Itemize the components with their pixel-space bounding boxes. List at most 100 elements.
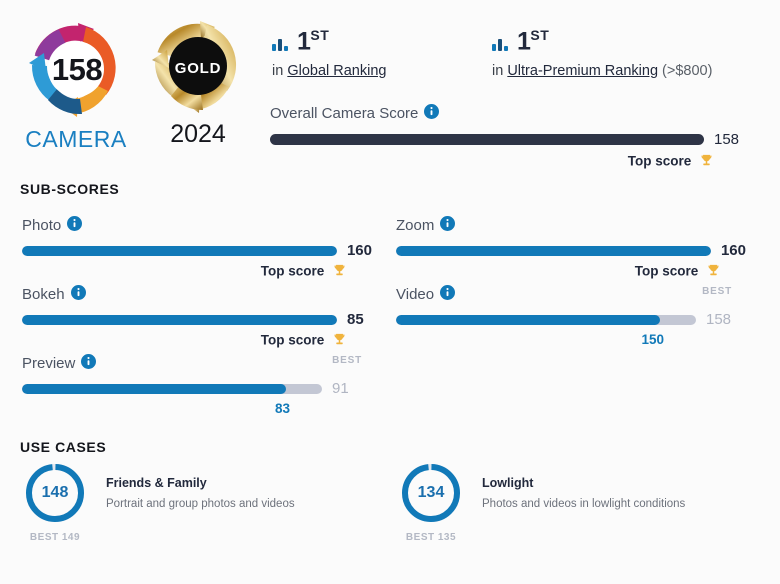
subscore-video-header: Video BEST [396, 284, 746, 304]
ranking-ultra-premium-position: 1ST [517, 27, 550, 56]
subscore-bokeh-bar [22, 314, 337, 325]
trophy-icon [332, 332, 347, 350]
subscore-preview-best-tag: BEST [332, 355, 362, 366]
subscore-bokeh-header: Bokeh [22, 284, 372, 304]
overall-score-value: 158 [714, 131, 740, 148]
subscore-bokeh-note: Top score [22, 332, 347, 350]
subscore-video-label: Video [396, 285, 435, 303]
camera-ring: 158 [22, 18, 130, 122]
info-icon[interactable] [440, 284, 456, 304]
subscore-photo-fill [22, 245, 337, 256]
ranking-ultra-premium-suffix: (>$800) [658, 63, 713, 79]
subscore-bokeh-fill [22, 314, 337, 325]
ranking-global: 1ST in Global Ranking [272, 28, 386, 79]
ranking-global-prefix: in [272, 63, 288, 79]
subscore-zoom: Zoom 160 Top score [396, 215, 746, 281]
subscore-preview-header: Preview BEST [22, 353, 372, 373]
info-icon[interactable] [67, 215, 83, 235]
trophy-icon [699, 153, 714, 171]
subscore-bokeh: Bokeh 85 Top score [22, 284, 372, 350]
subscore-preview-value: 83 [274, 401, 290, 416]
subscore-photo-header: Photo [22, 215, 372, 235]
usecase-friends-family: 148 BEST 149 Friends & Family Portrait a… [24, 462, 295, 543]
usecase-lowlight: 134 BEST 135 Lowlight Photos and videos … [400, 462, 685, 543]
ranking-global-rank: 1ST [272, 28, 386, 56]
subscore-zoom-bar-row: 160 [396, 242, 746, 259]
info-icon[interactable] [81, 353, 97, 373]
overall-score-bar-row: 158 [270, 131, 764, 148]
subscore-zoom-note: Top score [396, 263, 721, 281]
award-year: 2024 [170, 120, 226, 148]
info-icon[interactable] [440, 215, 456, 235]
subscore-bokeh-label: Bokeh [22, 285, 65, 303]
subscore-bokeh-note-text: Top score [260, 332, 325, 348]
ranking-global-position: 1ST [297, 27, 330, 56]
usecase-lowlight-title: Lowlight [482, 476, 534, 490]
info-icon[interactable] [70, 284, 86, 304]
camera-label: CAMERA [25, 126, 127, 152]
usecases-section: 148 BEST 149 Friends & Family Portrait a… [0, 462, 780, 572]
top-summary-row: 158 CAMERA GOLD 2024 1ST in Global Ranki… [0, 0, 780, 172]
subscore-video-bar-row: 158 [396, 311, 746, 328]
usecase-friends-family-text: Friends & Family Portrait and group phot… [106, 462, 295, 510]
subscore-video-best-tag: BEST [702, 286, 732, 297]
bar-chart-icon [272, 37, 290, 56]
award-label: GOLD [174, 59, 222, 77]
trophy-icon [706, 263, 721, 281]
usecase-friends-family-desc: Portrait and group photos and videos [106, 498, 295, 510]
ranking-ultra-premium-caption: in Ultra-Premium Ranking (>$800) [492, 63, 712, 79]
subscore-zoom-value: 160 [720, 242, 746, 259]
subscore-zoom-label: Zoom [396, 216, 435, 234]
subscores-section: Photo 160 Top score Zoom 160 Top score B… [0, 215, 780, 426]
subscore-photo-label: Photo [22, 216, 62, 234]
subscore-zoom-note-text: Top score [634, 263, 699, 279]
subscores-section-title: SUB-SCORES [20, 181, 120, 197]
ranking-global-link[interactable]: Global Ranking [287, 63, 386, 79]
subscore-video-fill [396, 314, 660, 325]
ranking-ultra-premium: 1ST in Ultra-Premium Ranking (>$800) [492, 28, 712, 79]
subscore-video-value: 150 [641, 332, 664, 347]
subscore-preview-bar-row: 91 [22, 380, 372, 397]
ranking-ultra-premium-prefix: in [492, 63, 508, 79]
trophy-icon [332, 263, 347, 281]
subscore-preview-note: 83 [22, 401, 290, 416]
subscore-photo-note-text: Top score [260, 263, 325, 279]
ranking-ultra-premium-rank: 1ST [492, 28, 712, 56]
subscore-zoom-fill [396, 245, 711, 256]
bar-chart-icon [492, 37, 510, 56]
overall-score-label: Overall Camera Score [270, 105, 419, 122]
subscore-preview-fill [22, 383, 286, 394]
camera-score-card: 158 CAMERA GOLD 2024 1ST in Global Ranki… [0, 0, 780, 584]
usecase-friends-family-best: BEST 149 [29, 532, 81, 543]
overall-top-score-note: Top score [270, 153, 714, 171]
subscore-bokeh-bar-row: 85 [22, 311, 372, 328]
subscore-video-best-value: 158 [706, 311, 732, 328]
usecase-friends-family-donut: 148 BEST 149 [24, 462, 86, 543]
subscore-bokeh-value: 85 [347, 311, 364, 328]
subscore-photo: Photo 160 Top score [22, 215, 372, 281]
overall-score-header: Overall Camera Score [270, 104, 764, 123]
subscore-video-note: 150 [396, 332, 664, 347]
usecase-lowlight-text: Lowlight Photos and videos in lowlight c… [482, 462, 685, 510]
gold-award-badge: GOLD 2024 [150, 18, 246, 149]
overall-score-bar [270, 134, 704, 145]
subscore-zoom-header: Zoom [396, 215, 746, 235]
ranking-global-caption: in Global Ranking [272, 63, 386, 79]
award-ring: GOLD [150, 18, 246, 118]
info-icon[interactable] [424, 104, 440, 123]
subscore-photo-bar [22, 245, 337, 256]
ranking-ultra-premium-link[interactable]: Ultra-Premium Ranking [507, 63, 658, 79]
overall-top-score-text: Top score [627, 153, 692, 169]
usecase-lowlight-best: BEST 135 [405, 532, 457, 543]
subscore-preview: Preview BEST 91 83 [22, 353, 372, 416]
usecase-lowlight-desc: Photos and videos in lowlight conditions [482, 498, 686, 510]
subscore-video-bar [396, 314, 696, 325]
subscore-photo-bar-row: 160 [22, 242, 372, 259]
subscore-photo-note: Top score [22, 263, 347, 281]
subscore-preview-best-value: 91 [332, 380, 349, 397]
camera-score-badge: 158 CAMERA [18, 18, 134, 153]
subscore-video: Video BEST 158 150 [396, 284, 746, 347]
usecase-lowlight-donut: 134 BEST 135 [400, 462, 462, 543]
usecase-lowlight-value: 134 [417, 484, 445, 501]
camera-score-value: 158 [51, 52, 103, 87]
